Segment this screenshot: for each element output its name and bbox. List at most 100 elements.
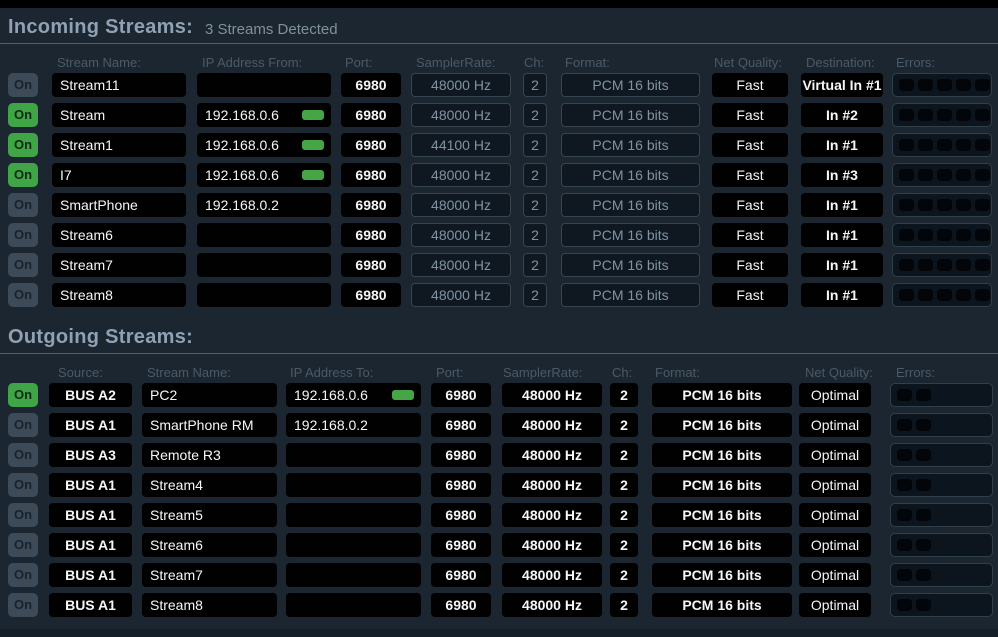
- stream-on-button[interactable]: On: [8, 223, 38, 247]
- ip-address-field[interactable]: [286, 533, 421, 557]
- ip-address-field[interactable]: [197, 73, 331, 97]
- port-field[interactable]: 6980: [431, 383, 491, 407]
- source-selector[interactable]: BUS A1: [49, 473, 132, 497]
- port-field[interactable]: 6980: [341, 133, 401, 157]
- ip-address-field[interactable]: [197, 253, 331, 277]
- channels-field[interactable]: 2: [610, 383, 638, 407]
- port-field[interactable]: 6980: [341, 223, 401, 247]
- format-field[interactable]: PCM 16 bits: [652, 503, 792, 527]
- stream-on-button[interactable]: On: [8, 193, 38, 217]
- stream-on-button[interactable]: On: [8, 473, 38, 497]
- destination-selector[interactable]: Virtual In #1: [801, 73, 883, 97]
- port-field[interactable]: 6980: [431, 473, 491, 497]
- samplerate-field[interactable]: 48000 Hz: [502, 503, 602, 527]
- format-field[interactable]: PCM 16 bits: [652, 593, 792, 617]
- channels-field[interactable]: 2: [610, 533, 638, 557]
- ip-address-field[interactable]: 192.168.0.6: [197, 133, 331, 157]
- port-field[interactable]: 6980: [431, 443, 491, 467]
- stream-on-button[interactable]: On: [8, 413, 38, 437]
- stream-on-button[interactable]: On: [8, 133, 38, 157]
- source-selector[interactable]: BUS A1: [49, 593, 132, 617]
- stream-name-input[interactable]: [142, 503, 277, 527]
- stream-name-input[interactable]: [52, 223, 186, 247]
- format-field[interactable]: PCM 16 bits: [652, 473, 792, 497]
- ip-address-field[interactable]: [286, 473, 421, 497]
- format-field[interactable]: PCM 16 bits: [652, 533, 792, 557]
- ip-address-field[interactable]: 192.168.0.6: [197, 163, 331, 187]
- stream-on-button[interactable]: On: [8, 443, 38, 467]
- stream-name-input[interactable]: [52, 193, 186, 217]
- ip-address-field[interactable]: [286, 503, 421, 527]
- stream-name-input[interactable]: [142, 413, 277, 437]
- source-selector[interactable]: BUS A2: [49, 383, 132, 407]
- channels-field[interactable]: 2: [610, 563, 638, 587]
- samplerate-field[interactable]: 48000 Hz: [502, 383, 602, 407]
- stream-name-input[interactable]: [52, 283, 186, 307]
- destination-selector[interactable]: In #1: [801, 193, 883, 217]
- destination-selector[interactable]: In #1: [801, 133, 883, 157]
- stream-name-input[interactable]: [142, 593, 277, 617]
- port-field[interactable]: 6980: [341, 163, 401, 187]
- destination-selector[interactable]: In #1: [801, 253, 883, 277]
- ip-address-field[interactable]: [286, 563, 421, 587]
- ip-address-field[interactable]: [286, 593, 421, 617]
- format-field[interactable]: PCM 16 bits: [652, 383, 792, 407]
- stream-name-input[interactable]: [142, 383, 277, 407]
- stream-on-button[interactable]: On: [8, 283, 38, 307]
- samplerate-field[interactable]: 48000 Hz: [502, 593, 602, 617]
- destination-selector[interactable]: In #3: [801, 163, 883, 187]
- ip-address-field[interactable]: 192.168.0.2: [286, 413, 421, 437]
- destination-selector[interactable]: In #2: [801, 103, 883, 127]
- ip-address-field[interactable]: 192.168.0.6: [286, 383, 421, 407]
- stream-on-button[interactable]: On: [8, 383, 38, 407]
- port-field[interactable]: 6980: [431, 533, 491, 557]
- ip-address-field[interactable]: [197, 223, 331, 247]
- ip-address-field[interactable]: [197, 283, 331, 307]
- source-selector[interactable]: BUS A3: [49, 443, 132, 467]
- samplerate-field[interactable]: 48000 Hz: [502, 533, 602, 557]
- destination-selector[interactable]: In #1: [801, 283, 883, 307]
- ip-address-field[interactable]: [286, 443, 421, 467]
- format-field[interactable]: PCM 16 bits: [652, 443, 792, 467]
- stream-on-button[interactable]: On: [8, 73, 38, 97]
- destination-selector[interactable]: In #1: [801, 223, 883, 247]
- stream-on-button[interactable]: On: [8, 563, 38, 587]
- stream-name-input[interactable]: [142, 443, 277, 467]
- channels-field[interactable]: 2: [610, 473, 638, 497]
- port-field[interactable]: 6980: [431, 593, 491, 617]
- channels-field[interactable]: 2: [610, 593, 638, 617]
- stream-on-button[interactable]: On: [8, 163, 38, 187]
- samplerate-field[interactable]: 48000 Hz: [502, 473, 602, 497]
- ip-address-field[interactable]: 192.168.0.2: [197, 193, 331, 217]
- samplerate-field[interactable]: 48000 Hz: [502, 413, 602, 437]
- stream-on-button[interactable]: On: [8, 593, 38, 617]
- stream-name-input[interactable]: [52, 133, 186, 157]
- channels-field[interactable]: 2: [610, 503, 638, 527]
- samplerate-field[interactable]: 48000 Hz: [502, 563, 602, 587]
- port-field[interactable]: 6980: [431, 563, 491, 587]
- port-field[interactable]: 6980: [341, 283, 401, 307]
- stream-name-input[interactable]: [52, 73, 186, 97]
- stream-name-input[interactable]: [52, 163, 186, 187]
- source-selector[interactable]: BUS A1: [49, 503, 132, 527]
- samplerate-field[interactable]: 48000 Hz: [502, 443, 602, 467]
- channels-field[interactable]: 2: [610, 413, 638, 437]
- port-field[interactable]: 6980: [431, 503, 491, 527]
- stream-name-input[interactable]: [142, 473, 277, 497]
- port-field[interactable]: 6980: [341, 103, 401, 127]
- stream-name-input[interactable]: [52, 253, 186, 277]
- port-field[interactable]: 6980: [431, 413, 491, 437]
- stream-name-input[interactable]: [142, 563, 277, 587]
- source-selector[interactable]: BUS A1: [49, 413, 132, 437]
- stream-on-button[interactable]: On: [8, 503, 38, 527]
- stream-on-button[interactable]: On: [8, 253, 38, 277]
- stream-on-button[interactable]: On: [8, 533, 38, 557]
- stream-on-button[interactable]: On: [8, 103, 38, 127]
- source-selector[interactable]: BUS A1: [49, 533, 132, 557]
- stream-name-input[interactable]: [142, 533, 277, 557]
- format-field[interactable]: PCM 16 bits: [652, 563, 792, 587]
- ip-address-field[interactable]: 192.168.0.6: [197, 103, 331, 127]
- source-selector[interactable]: BUS A1: [49, 563, 132, 587]
- port-field[interactable]: 6980: [341, 253, 401, 277]
- port-field[interactable]: 6980: [341, 73, 401, 97]
